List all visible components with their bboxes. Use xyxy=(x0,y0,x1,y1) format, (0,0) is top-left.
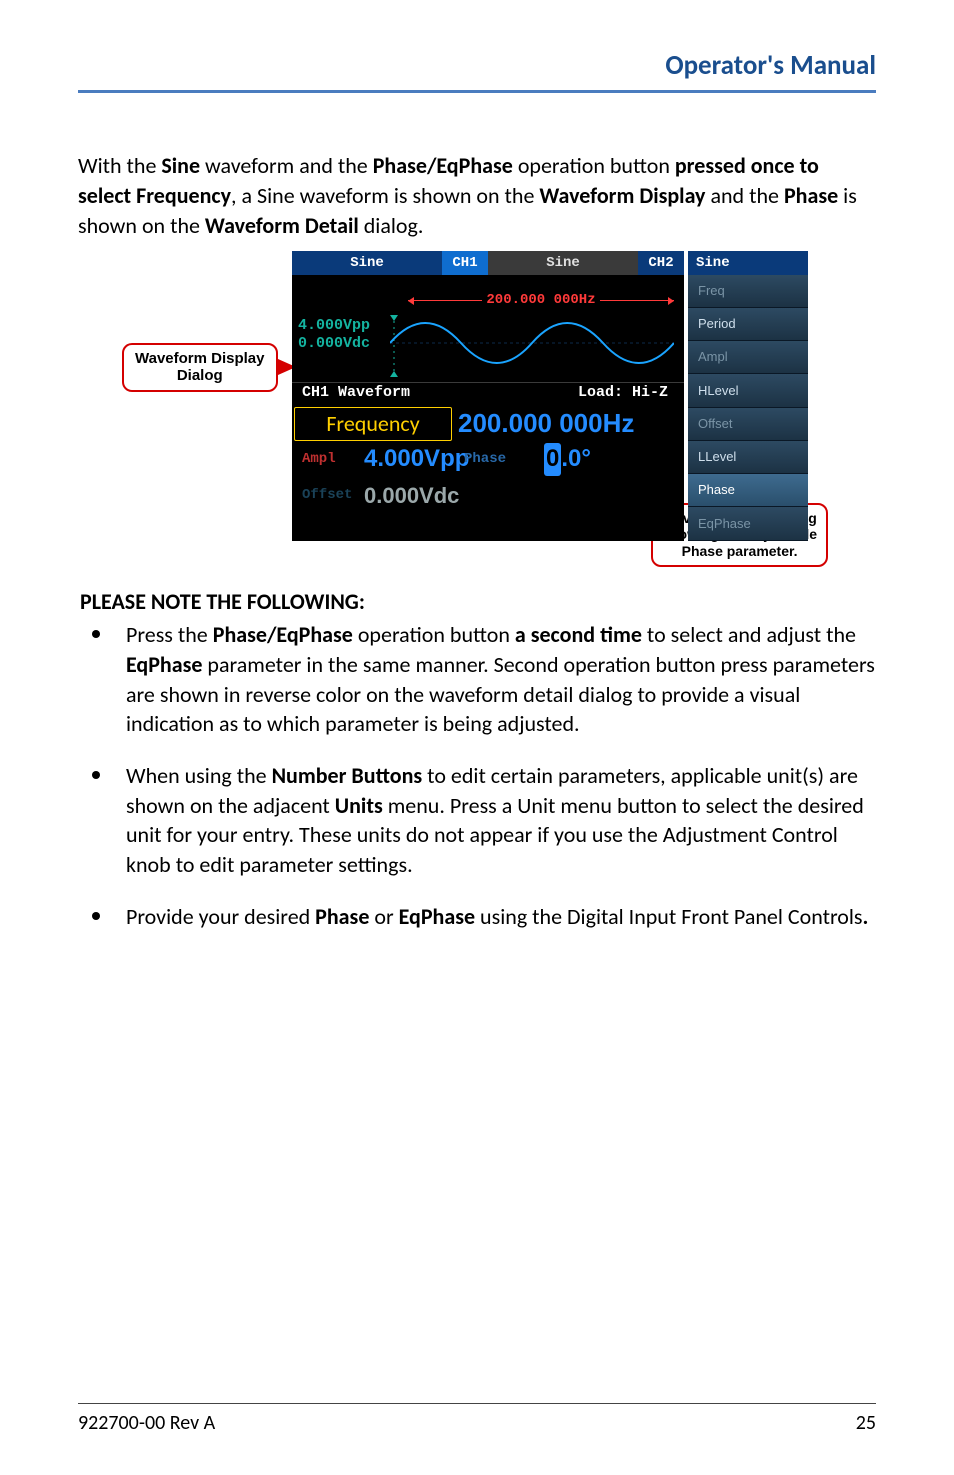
waveform-amplitude-readout: 4.000Vpp 0.000Vdc xyxy=(298,317,370,355)
text: and the xyxy=(705,182,783,209)
text: Press the xyxy=(126,621,213,648)
channel-tabs: Sine CH1 Sine CH2 xyxy=(292,251,684,275)
sine-wave-icon xyxy=(390,307,674,379)
detail-phase-label: Phase xyxy=(458,443,538,477)
softkey-freq[interactable]: Freq xyxy=(688,275,808,308)
footer-doc-id: 922700-00 Rev A xyxy=(78,1410,215,1437)
note-item-digital-input: Provide your desired Phase or EqPhase us… xyxy=(78,902,876,932)
text-bold: Phase xyxy=(315,903,369,930)
channel-info-bar: CH1 Waveform Load: Hi-Z xyxy=(292,383,684,405)
notes-list: Press the Phase/EqPhase operation button… xyxy=(78,620,876,931)
text: With the xyxy=(78,152,161,179)
text-bold: EqPhase xyxy=(126,651,202,678)
detail-offset-label: Offset xyxy=(294,479,358,513)
channel-waveform-label: CH1 Waveform xyxy=(302,383,410,403)
text-bold: Phase xyxy=(784,182,838,209)
notes-heading: PLEASE NOTE THE FOLLOWING: xyxy=(80,587,876,617)
softkey-hlevel[interactable]: HLevel xyxy=(688,374,808,407)
phase-rest: .0° xyxy=(561,443,591,475)
tab-waveform-name: Sine xyxy=(488,251,638,275)
notes-heading-text: PLEASE NOTE THE FOLLOWING xyxy=(80,588,359,615)
softkey-header: Sine xyxy=(688,251,808,275)
text-bold: Phase/EqPhase xyxy=(373,152,513,179)
text-bold: Sine xyxy=(161,152,200,179)
callout-line: Waveform Display xyxy=(135,350,265,367)
softkey-eqphase[interactable]: EqPhase xyxy=(688,507,808,540)
detail-ampl-label: Ampl xyxy=(294,443,358,477)
callout-line: Dialog xyxy=(177,367,223,384)
callout-line: Phase parameter. xyxy=(682,543,798,559)
detail-frequency-label: Frequency xyxy=(294,407,452,441)
page-footer: 922700-00 Rev A 25 xyxy=(78,1403,876,1437)
phase-digit-cursor: 0 xyxy=(544,443,561,475)
softkey-llevel[interactable]: LLevel xyxy=(688,441,808,474)
vdc-value: 0.000Vdc xyxy=(298,335,370,352)
text-bold: EqPhase xyxy=(399,903,475,930)
text: operation button xyxy=(353,621,515,648)
softkey-offset[interactable]: Offset xyxy=(688,408,808,441)
span-arrow-right-icon xyxy=(600,300,674,301)
footer-page-number: 25 xyxy=(856,1410,876,1437)
tab-channel-badge: CH2 xyxy=(638,251,684,275)
text: , a Sine waveform is shown on the xyxy=(231,182,539,209)
waveform-display-area: 4.000Vpp 0.000Vdc 200.000 000Hz xyxy=(292,275,684,383)
page-title: Operator's Manual xyxy=(78,48,876,84)
softkey-period[interactable]: Period xyxy=(688,308,808,341)
note-item-number-buttons: When using the Number Buttons to edit ce… xyxy=(78,761,876,880)
text-bold: Waveform Display xyxy=(539,182,705,209)
detail-ampl-value[interactable]: 4.000Vpp xyxy=(360,443,456,477)
intro-paragraph: With the Sine waveform and the Phase/EqP… xyxy=(78,151,876,240)
text-bold: a second time xyxy=(515,621,642,648)
text-bold: Waveform Detail xyxy=(205,212,359,239)
device-screen: Sine CH1 Sine CH2 4.000Vpp 0.000Vdc 200.… xyxy=(292,251,812,541)
text: operation button xyxy=(513,152,675,179)
channel-load-label: Load: Hi-Z xyxy=(578,383,668,403)
text: using the Digital Input Front Panel Cont… xyxy=(475,903,862,930)
text-bold: . xyxy=(863,903,869,930)
text: dialog. xyxy=(359,212,424,239)
vpp-value: 4.000Vpp xyxy=(298,317,370,334)
text: to select and adjust the xyxy=(642,621,856,648)
text-bold: Phase/EqPhase xyxy=(213,621,353,648)
span-arrow-left-icon xyxy=(408,300,482,301)
device-figure: Waveform Display Dialog Waveform Detail … xyxy=(122,251,832,569)
detail-offset-value[interactable]: 0.000Vdc xyxy=(360,479,459,513)
text: waveform and the xyxy=(200,152,373,179)
tab-ch1[interactable]: Sine CH1 xyxy=(292,251,488,275)
detail-phase-value[interactable]: 0.0° xyxy=(540,443,591,477)
note-item-phase-eqphase: Press the Phase/EqPhase operation button… xyxy=(78,620,876,739)
detail-frequency-value[interactable]: 200.000 000Hz xyxy=(454,407,682,441)
softkey-ampl[interactable]: Ampl xyxy=(688,341,808,374)
text-bold: Units xyxy=(335,792,383,819)
callout-bubble: Waveform Display Dialog xyxy=(122,343,278,392)
softkey-phase[interactable]: Phase xyxy=(688,474,808,507)
tab-ch2[interactable]: Sine CH2 xyxy=(488,251,684,275)
text: When using the xyxy=(126,762,272,789)
header-rule xyxy=(78,90,876,93)
callout-waveform-display-dialog: Waveform Display Dialog xyxy=(122,343,278,392)
tab-waveform-name: Sine xyxy=(292,251,442,275)
text: parameter in the same manner. Second ope… xyxy=(126,651,875,737)
waveform-detail-dialog: Frequency 200.000 000Hz Ampl 4.000Vpp Ph… xyxy=(292,405,684,541)
lcd-panel: Sine CH1 Sine CH2 4.000Vpp 0.000Vdc 200.… xyxy=(292,251,684,541)
text: or xyxy=(369,903,398,930)
text: Provide your desired xyxy=(126,903,315,930)
tab-channel-badge: CH1 xyxy=(442,251,488,275)
text-bold: Number Buttons xyxy=(272,762,423,789)
softkey-column: Sine Freq Period Ampl HLevel Offset LLev… xyxy=(688,251,808,541)
